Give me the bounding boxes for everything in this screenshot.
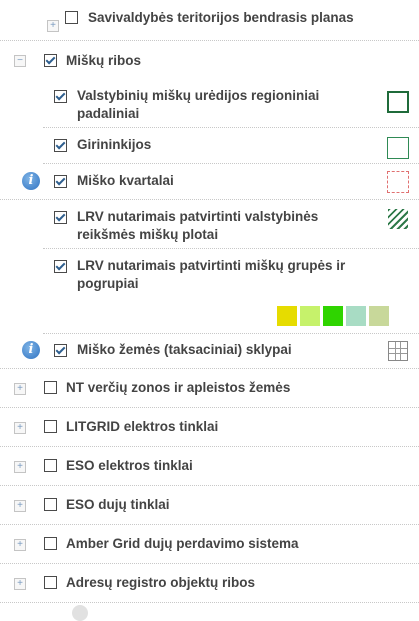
- expand-toggle[interactable]: +: [14, 383, 26, 395]
- legend-swatch-1: [277, 306, 297, 326]
- sublayer-row-zemes: i Miško žemės (taksaciniai) sklypai: [0, 334, 419, 369]
- sublayer-row-valstybiniu: Valstybinių miškų urėdijos regioniniai p…: [43, 79, 419, 128]
- layer-label-zemes: Miško žemės (taksaciniai) sklypai: [77, 342, 292, 357]
- layer-label-savivaldybes: Savivaldybės teritorijos bendrasis plana…: [88, 10, 354, 25]
- sublayer-row-kvartalai: i Miško kvartalai: [0, 164, 419, 200]
- sublayer-row-lrv-plotai: LRV nutarimais patvirtinti valstybinės r…: [43, 200, 419, 249]
- layer-label-kvartalai: Miško kvartalai: [77, 173, 174, 188]
- layer-label-nt: NT verčių zonos ir apleistos žemės: [66, 380, 291, 395]
- checkbox-amber-grid[interactable]: [44, 537, 57, 550]
- info-icon: [72, 605, 88, 621]
- layer-label-eso-elektros: ESO elektros tinklai: [66, 458, 193, 473]
- layer-group-misku-ribos: − Miškų ribos: [0, 41, 419, 79]
- checkbox-nt[interactable]: [44, 381, 57, 394]
- legend-swatch-5: [369, 306, 389, 326]
- checkbox-eso-duju[interactable]: [44, 498, 57, 511]
- layer-label-lrv-grupes: LRV nutarimais patvirtinti miškų grupės …: [77, 258, 346, 291]
- layer-label-girininkijos: Girininkijos: [77, 137, 152, 152]
- checkbox-lrv-plotai[interactable]: [54, 211, 67, 224]
- expand-toggle[interactable]: +: [14, 539, 26, 551]
- layer-label-litgrid: LITGRID elektros tinklai: [66, 419, 219, 434]
- checkbox-zemes[interactable]: [54, 344, 67, 357]
- info-icon[interactable]: i: [22, 341, 40, 359]
- legend-swatch-3: [323, 306, 343, 326]
- expand-toggle[interactable]: +: [47, 20, 59, 32]
- layer-label-lrv-plotai: LRV nutarimais patvirtinti valstybinės r…: [77, 209, 319, 242]
- legend-swatches: [277, 306, 389, 326]
- layer-row-eso-elektros: + ESO elektros tinklai: [0, 447, 419, 486]
- layer-label-amber-grid: Amber Grid dujų perdavimo sistema: [66, 536, 299, 551]
- info-icon[interactable]: i: [22, 172, 40, 190]
- checkbox-valstybiniu[interactable]: [54, 90, 67, 103]
- layer-row-nt: + NT verčių zonos ir apleistos žemės: [0, 369, 419, 408]
- hatch-pattern-icon: [388, 209, 408, 229]
- checkbox-lrv-grupes[interactable]: [54, 260, 67, 273]
- checkbox-adresu[interactable]: [44, 576, 57, 589]
- grid-square-icon: [388, 341, 408, 361]
- checkbox-savivaldybes[interactable]: [65, 11, 78, 24]
- square-outline-dark-green-icon: [387, 91, 409, 113]
- checkbox-girininkijos[interactable]: [54, 139, 67, 152]
- layer-row-litgrid: + LITGRID elektros tinklai: [0, 408, 419, 447]
- collapse-toggle[interactable]: −: [14, 55, 26, 67]
- dashed-square-red-icon: [387, 171, 409, 193]
- layer-label-adresu: Adresų registro objektų ribos: [66, 575, 256, 590]
- expand-toggle[interactable]: +: [14, 500, 26, 512]
- layer-label-valstybiniu: Valstybinių miškų urėdijos regioniniai p…: [77, 88, 320, 121]
- layer-label-misku-ribos: Miškų ribos: [66, 53, 142, 68]
- checkbox-misku-ribos[interactable]: [44, 54, 57, 67]
- expand-toggle[interactable]: +: [14, 461, 26, 473]
- checkbox-eso-elektros[interactable]: [44, 459, 57, 472]
- legend-swatch-4: [346, 306, 366, 326]
- layer-label-eso-duju: ESO dujų tinklai: [66, 497, 170, 512]
- sublayer-row-girininkijos: Girininkijos: [43, 128, 419, 164]
- legend-swatch-2: [300, 306, 320, 326]
- expand-toggle[interactable]: +: [14, 578, 26, 590]
- square-outline-green-icon: [387, 137, 409, 159]
- layer-row-adresu: + Adresų registro objektų ribos: [0, 564, 419, 603]
- layer-row-amber-grid: + Amber Grid dujų perdavimo sistema: [0, 525, 419, 564]
- layer-row-eso-duju: + ESO dujų tinklai: [0, 486, 419, 525]
- checkbox-kvartalai[interactable]: [54, 175, 67, 188]
- layer-row-savivaldybes: + Savivaldybės teritorijos bendrasis pla…: [0, 0, 419, 41]
- checkbox-litgrid[interactable]: [44, 420, 57, 433]
- expand-toggle[interactable]: +: [14, 422, 26, 434]
